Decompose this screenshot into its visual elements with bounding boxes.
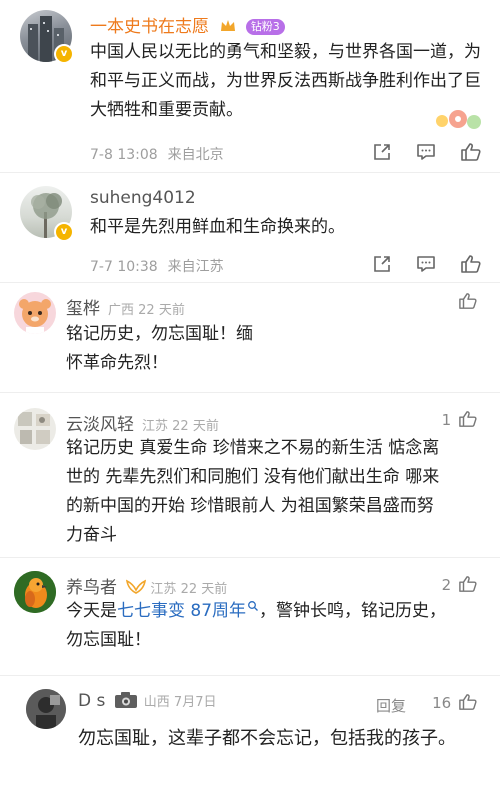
- decoration-icon: [436, 110, 481, 129]
- fan-badge: 钻粉3: [245, 19, 285, 35]
- reply-time: 22 天前: [180, 582, 228, 597]
- reply-text: 今天是七七事变 87周年 ，警钟长鸣，铭记历史，勿忘国耻！: [66, 597, 461, 655]
- comment-actions: [372, 142, 484, 164]
- verified-badge-icon: v: [54, 222, 74, 242]
- crown-icon: [221, 20, 236, 31]
- username-text[interactable]: 云淡风轻: [66, 415, 134, 435]
- comment-location: 来自江苏: [167, 259, 224, 275]
- reply-location: 广西 22 天前: [108, 303, 185, 318]
- comment-meta: 7-8 13:08 来自北京: [90, 144, 224, 164]
- username-text[interactable]: 养鸟者: [66, 578, 117, 598]
- comment-actions: [372, 254, 484, 276]
- topic-link-text[interactable]: 七七事变 87周年: [117, 601, 246, 621]
- username[interactable]: D s 山西 7月7日: [78, 691, 216, 711]
- avatar-cartoon-image: [19, 299, 51, 334]
- reply-time: 22 天前: [138, 303, 185, 318]
- comment-date: 7-8 13:08: [90, 147, 158, 163]
- username[interactable]: 云淡风轻 江苏 22 天前: [66, 410, 219, 435]
- avatar[interactable]: [26, 689, 66, 729]
- like-icon[interactable]: [458, 292, 478, 310]
- username-text[interactable]: D s: [78, 691, 105, 711]
- reply-1: 玺桦 广西 22 天前 铭记历史，勿忘国耻！缅怀革命先烈！: [0, 282, 500, 392]
- like-icon[interactable]: [458, 693, 478, 711]
- reply-2: 云淡风轻 江苏 22 天前 1 铭记历史 真爱生命 珍惜来之不易的新生活 惦念离世…: [0, 392, 500, 557]
- like-button[interactable]: 16: [432, 693, 478, 712]
- comment-icon[interactable]: [416, 254, 436, 274]
- topic-link[interactable]: 七七事变 87周年: [117, 601, 259, 621]
- share-icon[interactable]: [372, 254, 392, 274]
- reply-location: 江苏 22 天前: [150, 582, 227, 597]
- avatar[interactable]: [14, 571, 56, 613]
- like-icon[interactable]: [460, 142, 482, 162]
- like-icon[interactable]: [458, 410, 478, 428]
- camera-icon: [114, 692, 137, 708]
- comment-icon[interactable]: [416, 142, 436, 162]
- username[interactable]: 一本史书在志愿 钻粉3: [90, 12, 285, 37]
- comment-text: 中国人民以无比的勇气和坚毅，与世界各国一道，为和平与正义而战，为世界反法西斯战争…: [90, 42, 481, 120]
- comment-2: v suheng4012 和平是先烈用鲜血和生命换来的。 7-7 10:38 来自…: [0, 172, 500, 282]
- like-button[interactable]: 2: [442, 575, 478, 594]
- share-icon[interactable]: [372, 142, 392, 162]
- search-icon[interactable]: [247, 600, 259, 612]
- reply-location-text: 山西: [143, 695, 170, 710]
- reply-text: 勿忘国耻，这辈子都不会忘记，包括我的孩子。: [78, 728, 456, 749]
- like-button[interactable]: [456, 292, 478, 311]
- reply-location-text: 广西: [108, 303, 135, 318]
- like-icon[interactable]: [458, 575, 478, 593]
- username-text[interactable]: 一本史书在志愿: [90, 17, 209, 37]
- reply-time: 7月7日: [173, 695, 217, 710]
- comment-1: v 一本史书在志愿 钻粉3 中国人民以无比的勇气和坚毅，与世界各国一道，为和平与…: [0, 0, 500, 170]
- like-button[interactable]: 1: [442, 410, 478, 429]
- username-text[interactable]: 玺桦: [66, 299, 100, 319]
- reply-location: 山西 7月7日: [144, 695, 217, 710]
- like-count: 2: [441, 576, 452, 594]
- comment-text: 和平是先烈用鲜血和生命换来的。: [90, 217, 345, 237]
- avatar[interactable]: [14, 292, 56, 334]
- avatar-bird-image: [14, 571, 56, 613]
- reply-text-before: 今天是: [66, 601, 117, 621]
- comment-location: 来自北京: [167, 147, 224, 163]
- username[interactable]: 玺桦 广西 22 天前: [66, 294, 185, 319]
- avatar[interactable]: [14, 408, 56, 450]
- reply-4: D s 山西 7月7日 回复 16 勿忘国耻，这辈子都不会忘记，包括我的孩子。: [0, 675, 500, 799]
- reply-time: 22 天前: [172, 419, 219, 434]
- reply-text: 铭记历史 真爱生命 珍惜来之不易的新生活 惦念离世的 先辈先烈们和同胞们 没有他…: [66, 438, 440, 545]
- avatar-collage-image: [18, 412, 50, 444]
- verified-badge-icon: v: [54, 44, 74, 64]
- comment-meta: 7-7 10:38 来自江苏: [90, 256, 224, 276]
- username[interactable]: suheng4012: [90, 188, 196, 208]
- reply-location-text: 江苏: [142, 419, 169, 434]
- like-count: 16: [432, 694, 452, 712]
- comment-date: 7-7 10:38: [90, 259, 158, 275]
- avatar-photo-image: [26, 689, 66, 729]
- vip-wings-icon: [126, 579, 147, 594]
- reply-button[interactable]: 回复: [376, 695, 406, 716]
- username[interactable]: 养鸟者 江苏 22 天前: [66, 573, 227, 598]
- reply-3: 养鸟者 江苏 22 天前 2 今天是七七事变 87周年 ，警钟长鸣，铭记历史，勿忘…: [0, 557, 500, 675]
- like-icon[interactable]: [460, 254, 482, 274]
- reply-location: 江苏 22 天前: [142, 419, 219, 434]
- reply-location-text: 江苏: [150, 582, 177, 597]
- like-count: 1: [441, 411, 452, 429]
- reply-text: 铭记历史，勿忘国耻！缅怀革命先烈！: [66, 324, 253, 373]
